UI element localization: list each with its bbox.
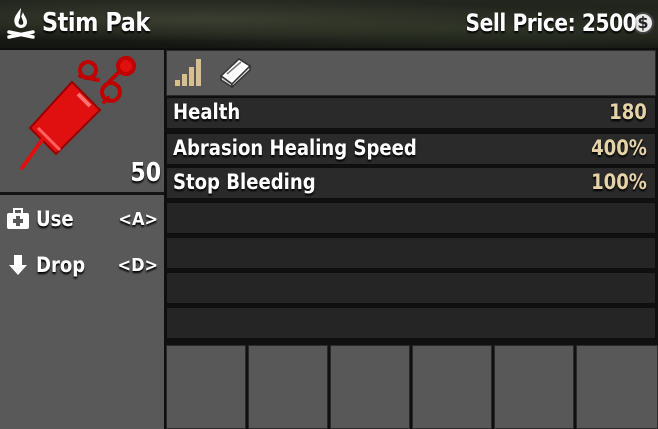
use-action[interactable]: Use <A> [0,196,164,242]
stat-name: Stop Bleeding [173,170,316,194]
mod-slot[interactable] [248,345,328,429]
mod-slot[interactable] [166,345,246,429]
stat-name: Abrasion Healing Speed [173,136,417,160]
empty-stat-row [166,272,656,304]
empty-stat-row [166,202,656,234]
item-preview: 50 [0,50,164,195]
stat-row: Abrasion Healing Speed 400% [166,133,656,165]
item-info-panel: Health 180 Abrasion Healing Speed 400% S… [166,50,658,429]
title-group: Stim Pak [6,5,167,41]
mod-slot[interactable] [412,345,492,429]
use-label: Use [36,207,74,231]
mod-slots [166,345,658,429]
drop-key-hint: <D> [117,254,158,276]
quality-bars-icon [175,59,201,86]
stat-value: 100% [591,170,647,194]
left-panel: 50 Use <A> Drop <D> [0,50,164,429]
mod-slot[interactable] [494,345,574,429]
stat-name: Health [173,100,241,124]
info-icons-row [166,50,656,96]
item-count: 50 [130,158,161,188]
mod-slot[interactable] [576,345,658,429]
use-key-hint: <A> [118,208,158,230]
book-icon [219,58,252,88]
stat-value: 400% [591,136,647,160]
sell-price-label: Sell Price: 2500 [465,9,636,37]
item-title: Stim Pak [42,8,150,38]
sell-price: Sell Price: 2500 $ [433,8,654,38]
drop-action[interactable]: Drop <D> [0,242,164,288]
drop-label: Drop [36,253,86,277]
campfire-icon [7,8,35,39]
empty-stat-row [166,307,656,339]
stat-row: Stop Bleeding 100% [166,167,656,199]
stat-row: Health 180 [166,97,656,129]
syringe-icon [20,56,136,170]
mod-slot[interactable] [330,345,410,429]
stat-value: 180 [609,100,647,124]
action-list: Use <A> Drop <D> [0,196,164,288]
empty-stat-row [166,237,656,269]
item-header: Stim Pak Sell Price: 2500 $ [0,0,658,48]
medkit-icon [7,208,29,229]
down-arrow-icon [9,255,27,275]
